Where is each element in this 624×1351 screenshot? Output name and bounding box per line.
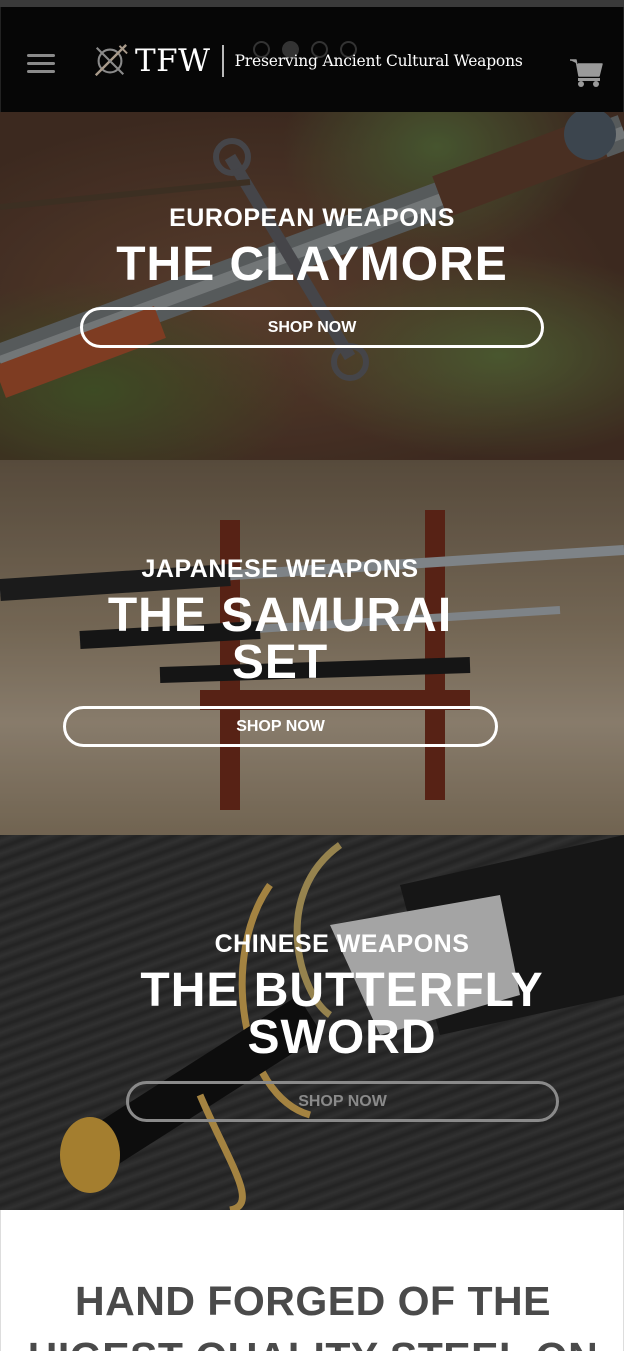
shopping-cart-icon[interactable]	[569, 54, 603, 88]
logo-tagline: Preserving Ancient Cultural Weapons	[234, 52, 523, 70]
slide-title-line2: SET	[231, 636, 329, 689]
logo-divider	[221, 45, 224, 77]
slide-content: CHINESE WEAPONS THE BUTTERFLY SWORD	[60, 930, 624, 1064]
slide-subtitle: JAPANESE WEAPONS	[141, 555, 419, 583]
hero-slide-samurai[interactable]: JAPANESE WEAPONS THE SAMURAI SET SHOP NO…	[0, 460, 624, 835]
slide-content: EUROPEAN WEAPONS THE CLAYMORE	[0, 204, 624, 291]
slide-title-line2: SWORD	[247, 1011, 437, 1064]
site-header: TFW Preserving Ancient Cultural Weapons	[0, 7, 624, 112]
logo-text: TFW	[135, 43, 211, 79]
shop-now-button[interactable]: SHOP NOW	[63, 706, 498, 747]
slide-title: THE CLAYMORE	[116, 238, 508, 291]
shop-now-button[interactable]: SHOP NOW	[80, 307, 544, 348]
intro-section: HAND FORGED OF THE HIGEST QUALITY STEEL …	[0, 1210, 624, 1351]
slide-title-line1: THE SAMURAI	[107, 589, 453, 642]
top-strip	[0, 0, 624, 7]
slide-title-line1: THE BUTTERFLY	[140, 964, 544, 1017]
site-logo[interactable]: TFW Preserving Ancient Cultural Weapons	[91, 38, 523, 84]
slide-subtitle: CHINESE WEAPONS	[214, 930, 470, 958]
menu-icon[interactable]	[27, 54, 55, 76]
slide-subtitle: EUROPEAN WEAPONS	[169, 204, 455, 232]
crossed-swords-icon	[94, 44, 128, 77]
hero-slide-claymore[interactable]: EUROPEAN WEAPONS THE CLAYMORE SHOP NOW	[0, 112, 624, 460]
intro-heading: HAND FORGED OF THE HIGEST QUALITY STEEL …	[28, 1278, 598, 1351]
shop-now-button[interactable]: SHOP NOW	[126, 1081, 559, 1122]
slide-content: JAPANESE WEAPONS THE SAMURAI SET	[0, 555, 560, 689]
hero-slide-butterfly[interactable]: CHINESE WEAPONS THE BUTTERFLY SWORD SHOP…	[0, 835, 624, 1210]
